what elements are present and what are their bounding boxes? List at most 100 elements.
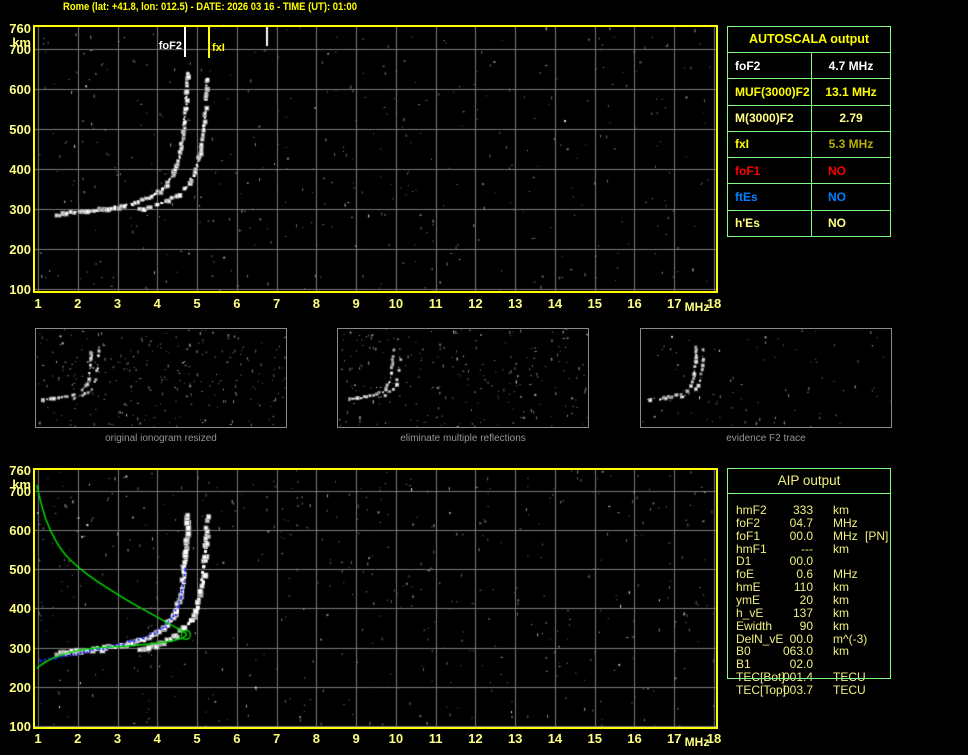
autoscala-table-rows: foF2 4.7 MHz MUF(3000)F2 13.1 MHz M(3000)F2 2… (728, 53, 890, 236)
x-tick-label-14: 14 (547, 731, 563, 746)
y-tick-label-600: 600 (9, 82, 31, 97)
aip-table-header: AIP output (777, 473, 841, 488)
aip-param-label: foF1 (736, 528, 761, 543)
y-tick-label-500: 500 (9, 122, 31, 137)
aip-row-Ewidth: Ewidth 90 km (727, 618, 891, 633)
autoscala-param-value: NO (828, 163, 846, 178)
thumbnail-original-ionogram (35, 328, 287, 428)
y-tick-label-300: 300 (9, 640, 31, 656)
y-tick-label-760: 760 (9, 21, 31, 36)
aip-param-unit: MHz (833, 528, 858, 543)
y-tick-label-700: 700 (9, 42, 31, 57)
foF2-marker-label: foF2 (158, 40, 182, 52)
x-tick-label-3: 3 (113, 731, 122, 746)
x-axis-unit-mhz: MHz (684, 300, 710, 314)
x-tick-label-10: 10 (388, 731, 404, 746)
y-tick-label-600: 600 (9, 523, 31, 539)
thumbnail-caption-evidence: evidence F2 trace (726, 433, 806, 444)
y-tick-label-200: 200 (9, 242, 31, 257)
aip-param-label: h_vE (736, 605, 764, 620)
aip-param-label: foF2 (736, 515, 761, 530)
x-tick-label-13: 13 (507, 731, 523, 746)
y-tick-label-760: 760 (9, 463, 31, 478)
aip-param-unit: km (833, 618, 849, 633)
foF2-marker-line (184, 27, 186, 57)
aip-param-unit: km (833, 605, 849, 620)
autoscala-row-fxI: fxI 5.3 MHz (728, 130, 890, 158)
autoscala-param-label: foF1 (728, 158, 812, 184)
x-axis-unit-mhz: MHz (684, 735, 710, 749)
top-ionogram-canvas (35, 27, 716, 291)
y-tick-label-200: 200 (9, 679, 31, 695)
aip-row-hvE: h_vE 137 km (727, 605, 891, 620)
aip-param-unit: km (833, 592, 849, 607)
autoscala-param-label: fxI (728, 131, 812, 158)
autoscala-param-value: 2.79 (839, 111, 863, 126)
autoscala-row-foF1: foF1 NO (728, 157, 890, 184)
thumbnail-evidence-f2 (640, 328, 892, 428)
thumbnail-eliminate-canvas (338, 329, 588, 427)
autoscala-param-label: ftEs (728, 184, 812, 210)
autoscala-param-value: NO (828, 190, 846, 205)
x-tick-label-2: 2 (74, 731, 82, 746)
aip-row-foF2: foF2 04.7 MHz (727, 515, 891, 530)
x-tick-label-14: 14 (547, 296, 563, 311)
x-tick-label-1: 1 (34, 731, 42, 746)
x-tick-label-5: 5 (193, 731, 201, 746)
aip-param-unit: km (833, 644, 849, 659)
aip-param-unit: MHz (833, 515, 858, 530)
aip-param-label: ymE (736, 592, 760, 607)
aip-param-extra: [PN] (865, 528, 889, 543)
fxI-marker-label: fxI (212, 42, 225, 54)
x-tick-label-6: 6 (233, 296, 241, 311)
aip-param-value: 90 (799, 618, 813, 633)
x-tick-label-12: 12 (468, 296, 483, 311)
x-tick-label-8: 8 (312, 731, 320, 746)
autoscala-row-MUF3000F2: MUF(3000)F2 13.1 MHz (728, 78, 890, 105)
x-tick-label-9: 9 (352, 296, 360, 311)
thumbnail-caption-original: original ionogram resized (105, 433, 217, 444)
x-tick-label-16: 16 (627, 296, 642, 311)
autoscala-param-value: 13.1 MHz (825, 84, 877, 99)
autoscala-param-label: M(3000)F2 (728, 105, 812, 131)
y-tick-label-400: 400 (9, 601, 31, 617)
x-tick-label-13: 13 (507, 296, 523, 311)
autoscala-row-M3000F2: M(3000)F2 2.79 (728, 104, 890, 131)
thumbnail-eliminate-reflections (337, 328, 589, 428)
aip-param-unit: TECU (833, 682, 866, 697)
aip-param-value: 00.0 (789, 528, 813, 543)
aip-param-value: 20 (799, 592, 813, 607)
thumbnail-original-canvas (36, 329, 286, 427)
x-tick-label-8: 8 (312, 296, 320, 311)
x-tick-label-3: 3 (113, 296, 122, 311)
aip-header-divider (727, 493, 891, 494)
window-title: Rome (lat: +41.8, lon: 012.5) - DATE: 20… (63, 1, 357, 13)
x-tick-label-11: 11 (428, 296, 443, 311)
x-tick-label-15: 15 (587, 731, 602, 746)
x-tick-label-10: 10 (388, 296, 404, 311)
fxI-marker-line (208, 27, 210, 58)
autoscala-param-label: foF2 (728, 53, 812, 79)
x-tick-label-11: 11 (428, 731, 443, 746)
autoscala-row-hEs: h'Es NO (728, 209, 890, 236)
autoscala-param-value: NO (828, 216, 846, 231)
bottom-ionogram-plot (33, 468, 718, 729)
autoscala-param-value: 4.7 MHz (828, 58, 874, 73)
autoscala-param-label: MUF(3000)F2 (728, 79, 812, 105)
x-tick-label-5: 5 (193, 296, 201, 311)
y-tick-label-500: 500 (9, 562, 31, 578)
aip-param-unit: km (833, 541, 849, 556)
x-tick-label-1: 1 (34, 296, 42, 311)
x-tick-label-6: 6 (233, 731, 241, 746)
aip-row-TECTop: TEC[Top] 003.7 TECU (727, 682, 891, 697)
autoscala-window: Rome (lat: +41.8, lon: 012.5) - DATE: 20… (0, 0, 968, 755)
aip-row-foF1: foF1 00.0 MHz [PN] (727, 528, 891, 543)
autoscala-row-ftEs: ftEs NO (728, 183, 890, 210)
x-tick-label-4: 4 (153, 731, 161, 746)
top-ionogram-plot (33, 25, 718, 293)
x-tick-label-16: 16 (627, 731, 642, 746)
autoscala-output-table: AUTOSCALA output foF2 4.7 MHz MUF(3000)F2 1… (727, 26, 891, 237)
autoscala-table-header: AUTOSCALA output (728, 27, 890, 53)
autoscala-param-label: h'Es (728, 210, 812, 236)
thumbnail-evidence-canvas (641, 329, 891, 427)
